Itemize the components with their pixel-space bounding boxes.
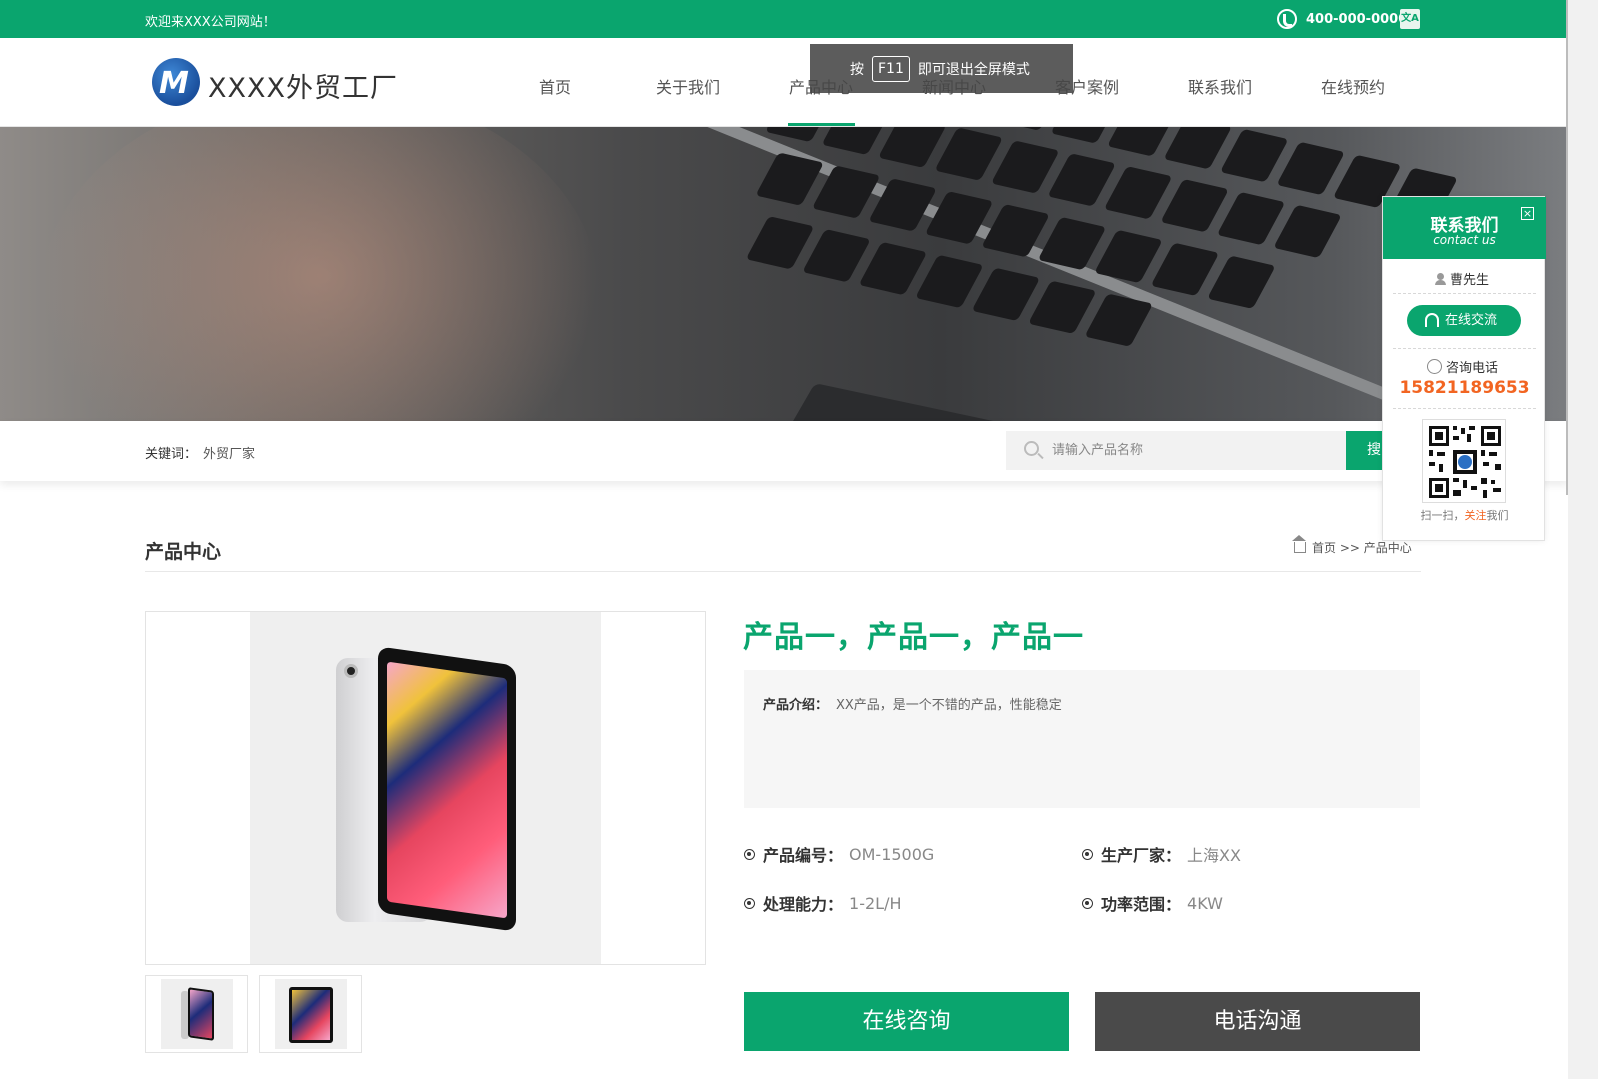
contact-person: 曹先生 xyxy=(1435,269,1489,288)
tablet-camera xyxy=(344,664,358,678)
product-title: 产品一，产品一，产品一 xyxy=(743,620,1084,655)
keyword-label: 关键词： xyxy=(145,447,198,462)
bullet-icon xyxy=(1082,897,1093,909)
banner-key xyxy=(1103,166,1173,220)
hotline: 400-000-0000 xyxy=(1277,8,1407,30)
section-divider xyxy=(145,571,1421,572)
f11-key: F11 xyxy=(872,55,910,82)
welcome-text: 欢迎来XXX公司网站！ xyxy=(145,15,276,30)
nav-item-contact[interactable]: 联系我们 xyxy=(1188,74,1252,98)
phone-icon xyxy=(1277,9,1297,29)
banner-key xyxy=(755,152,825,206)
online-chat-button[interactable]: 在线交流 xyxy=(1407,305,1521,336)
panel-divider xyxy=(1393,408,1536,409)
banner-key xyxy=(971,267,1041,322)
nav-item-about[interactable]: 关于我们 xyxy=(656,74,720,98)
banner-key xyxy=(990,140,1060,194)
banner-key xyxy=(924,191,994,245)
banner-key xyxy=(1028,280,1097,334)
panel-divider xyxy=(1393,293,1536,294)
phone-contact-button[interactable]: 电话沟通 xyxy=(1095,992,1420,1051)
banner-key xyxy=(1216,191,1286,246)
fullscreen-toast: 按 F11 即可退出全屏模式 xyxy=(810,44,1073,93)
search-box xyxy=(1006,431,1346,470)
banner-key xyxy=(981,203,1050,258)
hero-banner xyxy=(0,127,1568,421)
top-bar: 欢迎来XXX公司网站！ 400-000-0000 文A xyxy=(0,0,1568,38)
search-icon xyxy=(1024,441,1039,456)
banner-key xyxy=(1207,255,1276,309)
online-consult-button[interactable]: 在线咨询 xyxy=(744,992,1069,1051)
banner-key xyxy=(1273,204,1342,259)
tel-label: 咨询电话 xyxy=(1427,357,1498,376)
banner-key xyxy=(1276,141,1346,196)
window-scrollbar[interactable] xyxy=(1568,0,1598,1079)
banner-key xyxy=(1094,229,1163,284)
product-thumbnail-2[interactable] xyxy=(259,975,362,1053)
bullet-icon xyxy=(744,897,755,909)
scan-follow-text: 扫一扫，关注我们 xyxy=(1420,509,1509,522)
banner-key xyxy=(878,127,947,168)
banner-key xyxy=(915,254,984,309)
banner-key xyxy=(934,127,1004,181)
close-icon[interactable]: × xyxy=(1521,207,1534,220)
tel-number: 15821189653 xyxy=(1399,378,1530,398)
page-title: 产品中心 xyxy=(145,541,222,563)
breadcrumb-text[interactable]: 首页 >> 产品中心 xyxy=(1312,539,1412,556)
breadcrumb: 首页 >> 产品中心 xyxy=(1292,535,1412,556)
home-icon xyxy=(1292,535,1306,553)
banner-key xyxy=(1160,178,1229,233)
banner-hand-blur xyxy=(40,127,600,421)
attr-manufacturer: 生产厂家： 上海XX xyxy=(1082,842,1241,866)
product-intro-box: 产品介绍： XX产品，是一个不错的产品，性能稳定 xyxy=(744,670,1420,808)
banner-key xyxy=(802,228,871,283)
keyword-link[interactable]: 外贸厂家 xyxy=(203,443,255,462)
banner-key xyxy=(1084,293,1154,347)
scrollbar-thumb[interactable] xyxy=(1566,0,1568,495)
banner-key xyxy=(858,241,928,296)
intro-text: XX产品，是一个不错的产品，性能稳定 xyxy=(836,698,1062,713)
banner-key xyxy=(1047,153,1117,207)
product-thumbnail-1[interactable] xyxy=(145,975,248,1053)
search-input[interactable] xyxy=(1052,431,1332,470)
banner-key xyxy=(1107,127,1176,157)
product-main-image[interactable] xyxy=(145,611,706,965)
contact-panel-subtitle: contact us xyxy=(1433,233,1496,247)
logo-icon[interactable]: M xyxy=(152,58,200,106)
tablet-screen xyxy=(387,661,507,919)
phone-icon xyxy=(1427,359,1442,374)
hotline-number: 400-000-0000 xyxy=(1306,11,1408,27)
intro-label: 产品介绍： xyxy=(763,698,829,713)
nav-active-indicator xyxy=(788,123,855,126)
nav-item-home[interactable]: 首页 xyxy=(539,74,571,98)
banner-key xyxy=(1150,242,1220,297)
headset-icon xyxy=(1425,313,1439,327)
nav-item-booking[interactable]: 在线预约 xyxy=(1321,74,1385,98)
site-header: M XXXX外贸工厂 首页 关于我们 产品中心 新闻中心 客户案例 联系我们 在… xyxy=(0,38,1568,127)
attr-power: 功率范围： 4KW xyxy=(1082,891,1223,915)
toast-message: 即可退出全屏模式 xyxy=(917,61,1030,78)
toast-press: 按 xyxy=(850,61,864,78)
search-strip: 关键词： 外贸厂家 搜 xyxy=(0,421,1568,481)
banner-key xyxy=(1219,128,1289,183)
banner-keyboard xyxy=(615,127,1465,421)
banner-key xyxy=(811,165,881,219)
banner-key xyxy=(868,178,937,232)
panel-divider xyxy=(1393,348,1536,349)
contact-person-name: 曹先生 xyxy=(1450,273,1490,288)
banner-key xyxy=(1037,216,1107,271)
person-icon xyxy=(1435,272,1446,285)
attr-capacity: 处理能力： 1-2L/H xyxy=(744,891,901,915)
contact-float-panel: 联系我们 contact us × 曹先生 在线交流 咨询电话 15821189… xyxy=(1382,196,1546,541)
bullet-icon xyxy=(1082,848,1093,860)
translate-icon[interactable]: 文A xyxy=(1400,9,1420,29)
logo-text[interactable]: XXXX外贸工厂 xyxy=(208,66,398,105)
qr-code xyxy=(1422,419,1506,503)
banner-key xyxy=(1163,127,1233,170)
banner-key xyxy=(821,127,891,156)
banner-key xyxy=(745,216,815,270)
bullet-icon xyxy=(744,848,755,860)
attr-product-code: 产品编号： OM-1500G xyxy=(744,842,934,866)
contact-panel-header: 联系我们 contact us × xyxy=(1383,197,1546,259)
